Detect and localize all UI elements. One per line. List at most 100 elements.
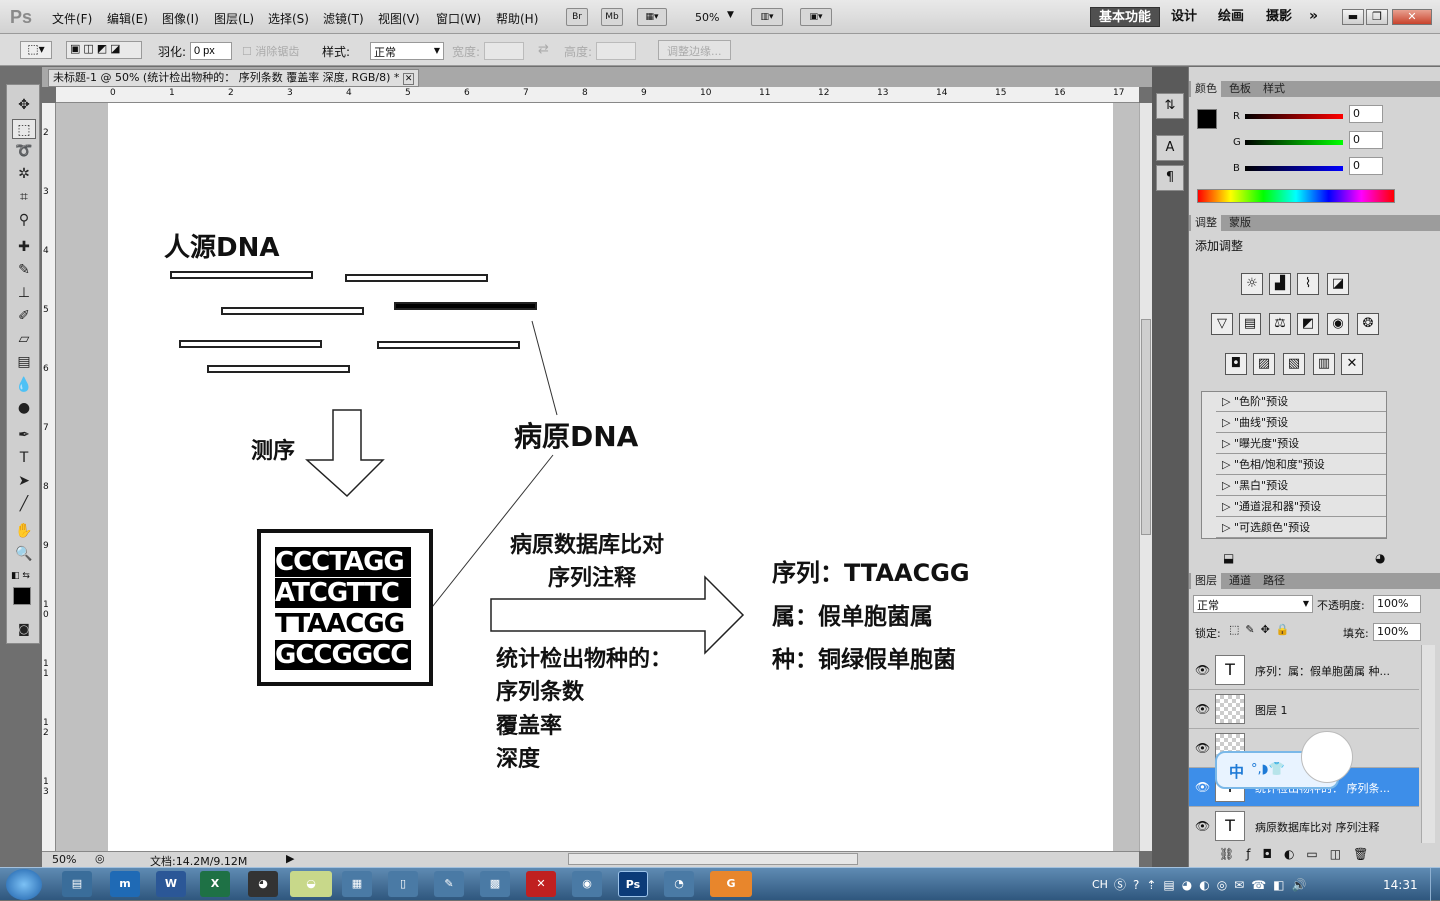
calculator-task-icon[interactable]: ▦	[342, 871, 372, 897]
menu-image[interactable]: 图像(I)	[162, 10, 199, 27]
character-panel-icon[interactable]: A	[1156, 135, 1184, 161]
move-tool-icon[interactable]: ✥	[12, 95, 36, 115]
preset-bw[interactable]: ▷ "黑白"预设	[1216, 476, 1386, 496]
show-desktop-button[interactable]	[1430, 868, 1440, 901]
curves-icon[interactable]: ⌇	[1297, 273, 1319, 295]
xmind-task-icon[interactable]: ✕	[526, 871, 556, 897]
paragraph-panel-icon[interactable]: ¶	[1156, 165, 1184, 191]
color-balance-icon[interactable]: ⚖	[1269, 313, 1291, 335]
view-extras-button[interactable]: ▦▾	[637, 8, 667, 26]
preset-exposure[interactable]: ▷ "曝光度"预设	[1216, 434, 1386, 454]
eye-icon[interactable]: 👁	[1195, 702, 1210, 716]
preset-curves[interactable]: ▷ "曲线"预设	[1216, 413, 1386, 433]
close-button[interactable]: ✕	[1392, 9, 1432, 25]
eye-icon[interactable]: 👁	[1195, 780, 1210, 794]
zoom-select[interactable]: 50%	[695, 11, 719, 24]
qq-task-icon[interactable]: ◕	[248, 871, 278, 897]
document-tab[interactable]: 未标题-1 @ 50% (统计检出物种的： 序列条数 覆盖率 深度, RGB/8…	[48, 69, 420, 87]
antialias-checkbox[interactable]: ☐ 消除锯齿	[242, 43, 299, 59]
quick-mask-icon[interactable]: ◙	[12, 619, 36, 639]
preset-channel-mixer[interactable]: ▷ "通道混和器"预设	[1216, 497, 1386, 517]
vibrance-icon[interactable]: ▽	[1211, 313, 1233, 335]
eyedropper-tool-icon[interactable]: ⚲	[12, 210, 36, 230]
gradient-map-icon[interactable]: ▥	[1313, 353, 1335, 375]
minimize-button[interactable]: ▬	[1342, 9, 1364, 25]
clock[interactable]: 14:31	[1383, 878, 1418, 892]
eraser-tool-icon[interactable]: ▱	[12, 329, 36, 349]
bridge-button[interactable]: Br	[566, 8, 588, 26]
hue-saturation-icon[interactable]: ▤	[1239, 313, 1261, 335]
selective-color-icon[interactable]: ✕	[1341, 353, 1363, 375]
height-input[interactable]	[596, 42, 636, 60]
wechat-task-icon[interactable]: ◒	[290, 871, 332, 897]
folder-task-icon[interactable]: ▩	[480, 871, 510, 897]
g-input[interactable]: 0	[1349, 131, 1383, 149]
swap-icon[interactable]: ⇄	[538, 42, 549, 57]
sogou-task-icon[interactable]: G	[710, 871, 752, 897]
marquee-tool-icon[interactable]: ⬚	[12, 119, 36, 139]
width-input[interactable]	[484, 42, 524, 60]
exposure-icon[interactable]: ◪	[1327, 273, 1349, 295]
healing-brush-tool-icon[interactable]: ✚	[12, 237, 36, 257]
opacity-input[interactable]: 100%	[1373, 595, 1421, 613]
word-task-icon[interactable]: W	[156, 871, 186, 897]
preset-levels[interactable]: ▷ "色阶"预设	[1216, 392, 1386, 412]
history-panel-icon[interactable]: ⇅	[1156, 93, 1184, 119]
restore-button[interactable]: ❐	[1366, 9, 1388, 25]
notepad-task-icon[interactable]: ▯	[388, 871, 418, 897]
menu-view[interactable]: 视图(V)	[378, 10, 420, 27]
foreground-color-swatch[interactable]	[13, 587, 31, 605]
clip-adjust-icon[interactable]: ⬓	[1223, 551, 1234, 565]
tab-channels[interactable]: 通道	[1225, 573, 1255, 589]
marquee-tool-preset[interactable]: ⬚▾	[20, 41, 52, 59]
excel-task-icon[interactable]: X	[200, 871, 230, 897]
feather-input[interactable]	[190, 42, 232, 60]
menu-layer[interactable]: 图层(L)	[214, 10, 254, 27]
menu-help[interactable]: 帮助(H)	[496, 10, 538, 27]
tab-styles[interactable]: 样式	[1259, 81, 1289, 97]
start-button[interactable]	[6, 869, 42, 900]
zoom-tool-icon[interactable]: 🔍	[12, 544, 36, 564]
menu-edit[interactable]: 编辑(E)	[107, 10, 148, 27]
status-menu-arrow[interactable]: ▶	[286, 852, 294, 865]
history-brush-tool-icon[interactable]: ✐	[12, 306, 36, 326]
default-colors-icon[interactable]: ◧ ⇆	[11, 571, 30, 581]
canvas-area[interactable]: 人源DNA 测序 病原DNA CCCTAGG ATCGTTC TTAACGG G…	[56, 103, 1139, 851]
black-white-icon[interactable]: ◩	[1297, 313, 1319, 335]
explorer-task-icon[interactable]: ▤	[62, 871, 92, 897]
menu-select[interactable]: 选择(S)	[268, 10, 309, 27]
eye-icon[interactable]: 👁	[1195, 663, 1210, 677]
workspace-design[interactable]: 设计	[1163, 7, 1205, 27]
style-select[interactable]: 正常 ▼	[370, 42, 444, 60]
layer-row[interactable]: 👁 T 序列：属：假单胞菌属 种...	[1189, 651, 1419, 690]
workspace-painting[interactable]: 绘画	[1210, 7, 1252, 27]
color-spectrum[interactable]	[1197, 189, 1395, 203]
layer-row[interactable]: 👁 图层 1	[1189, 690, 1419, 729]
hand-tool-icon[interactable]: ✋	[12, 521, 36, 541]
selection-mode-buttons[interactable]: ▣◫◩◪	[66, 41, 142, 59]
status-info-icon[interactable]: ◎	[95, 852, 105, 865]
lock-icons[interactable]: ⬚✎✥🔒	[1229, 623, 1296, 636]
layer-actions-icons[interactable]: ⛓ƒ◘◐▭◫🗑	[1219, 847, 1380, 861]
arrange-documents-button[interactable]: ▥▾	[751, 8, 783, 26]
horizontal-scroll-thumb[interactable]	[568, 853, 858, 865]
more-workspaces-icon[interactable]: »	[1309, 8, 1318, 24]
channel-mixer-icon[interactable]: ❂	[1357, 313, 1379, 335]
tab-masks[interactable]: 蒙版	[1225, 215, 1255, 231]
tab-color[interactable]: 颜色	[1191, 81, 1221, 97]
mini-bridge-button[interactable]: Mb	[601, 8, 623, 26]
ime-icons[interactable]: °,◗👕	[1251, 762, 1285, 777]
tab-adjustments[interactable]: 调整	[1191, 215, 1221, 231]
menu-filter[interactable]: 滤镜(T)	[323, 10, 364, 27]
b-input[interactable]: 0	[1349, 157, 1383, 175]
r-slider[interactable]	[1245, 114, 1343, 119]
path-select-tool-icon[interactable]: ➤	[12, 471, 36, 491]
fill-input[interactable]: 100%	[1373, 623, 1421, 641]
brightness-icon[interactable]: ☼	[1241, 273, 1263, 295]
scroll-thumb[interactable]	[1141, 319, 1151, 535]
tab-swatches[interactable]: 色板	[1225, 81, 1255, 97]
workspace-essentials[interactable]: 基本功能	[1090, 7, 1161, 27]
lasso-tool-icon[interactable]: ➰	[12, 141, 36, 161]
blur-tool-icon[interactable]: 💧	[12, 375, 36, 395]
browser2-task-icon[interactable]: ◔	[664, 871, 694, 897]
